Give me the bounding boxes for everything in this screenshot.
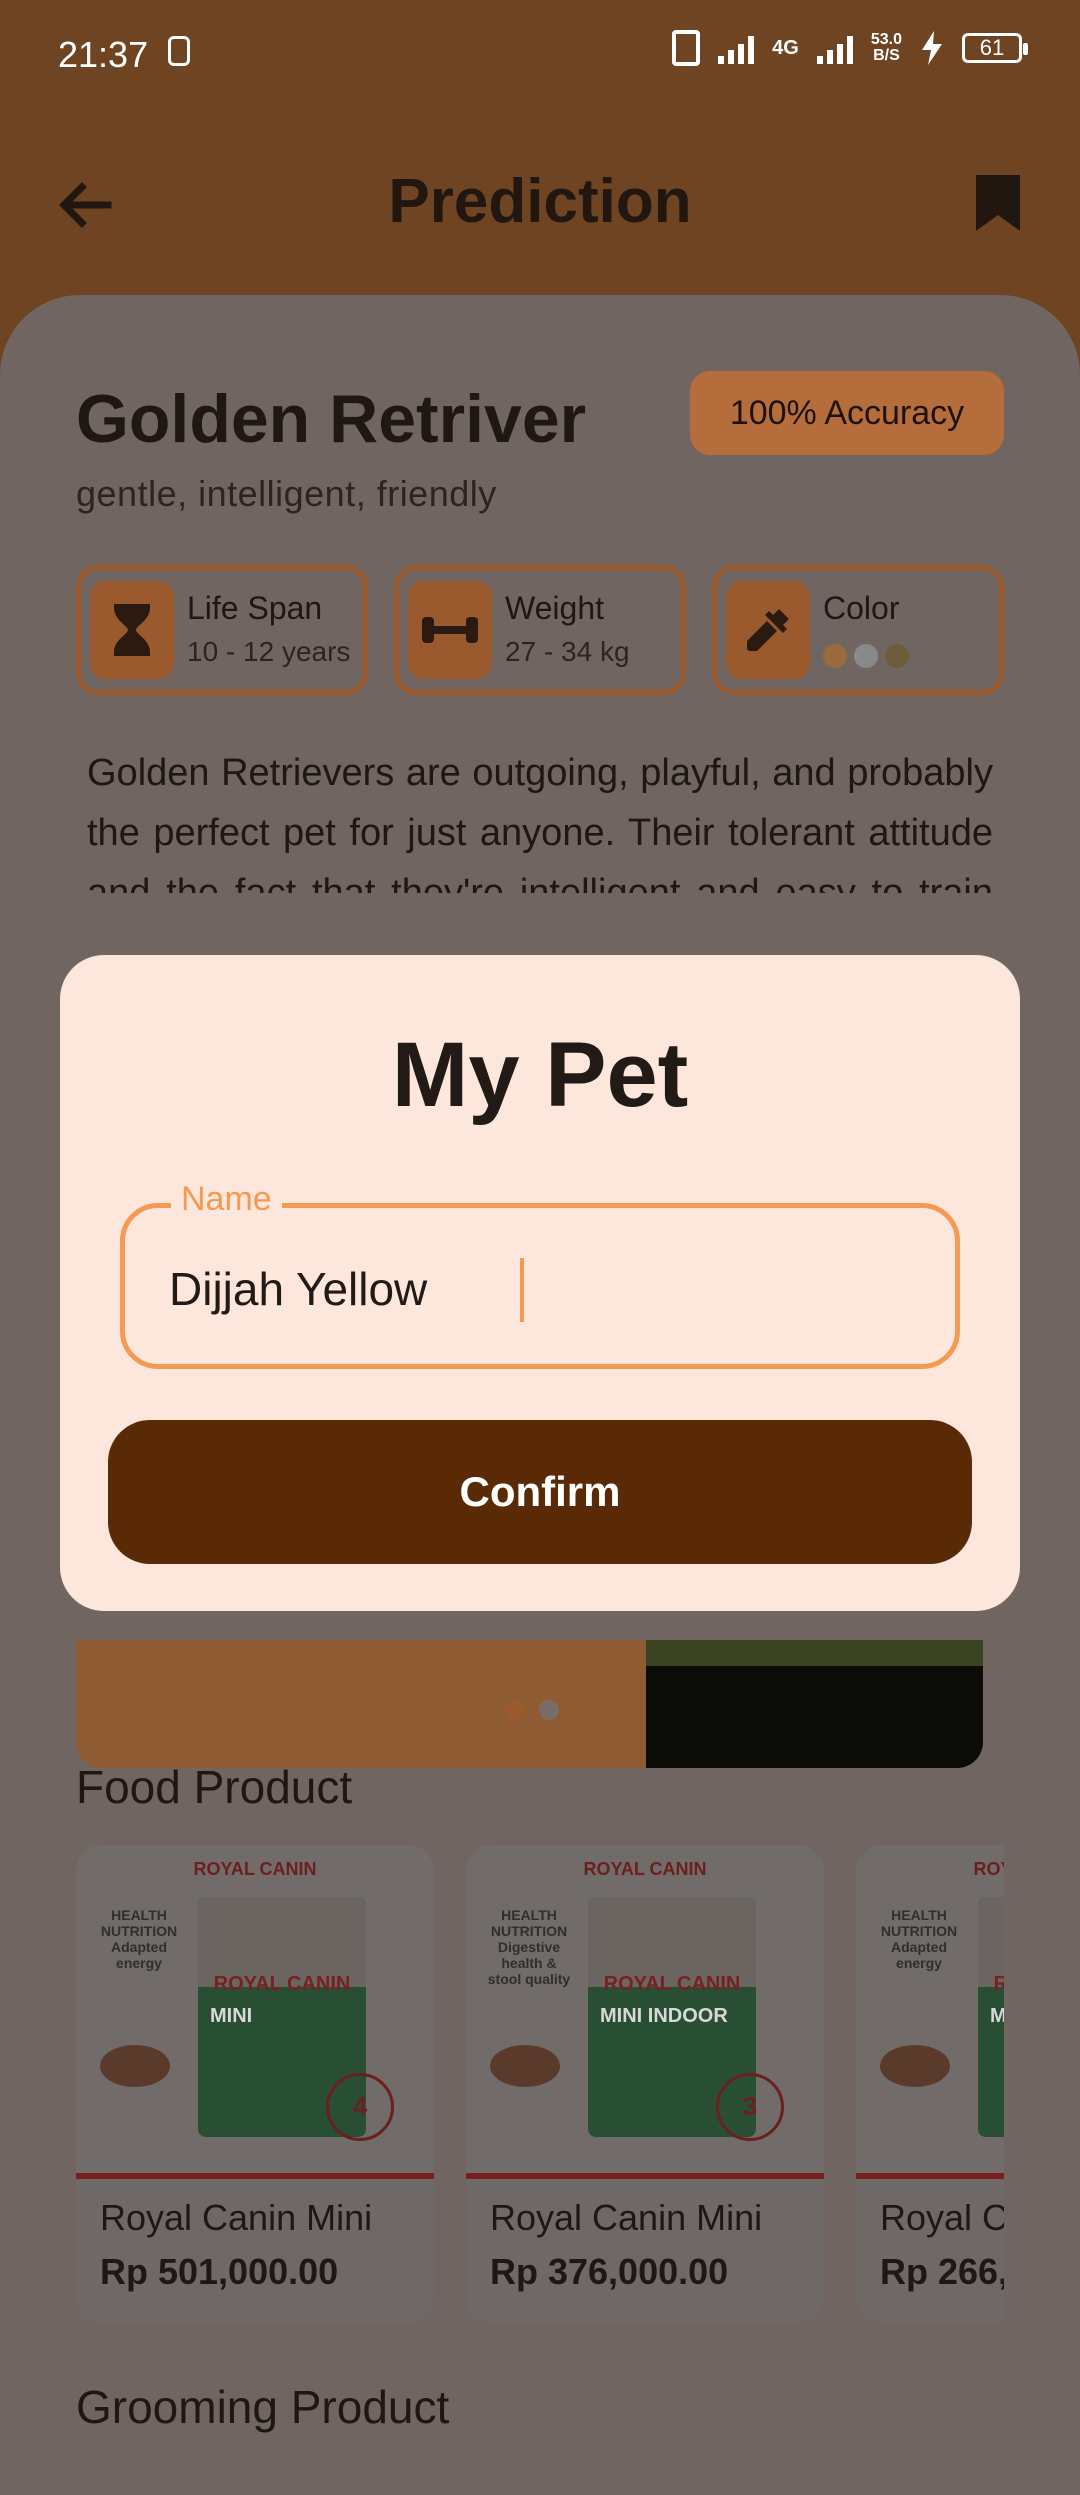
- product-stripe: [856, 2173, 1004, 2179]
- product-bag-label: ROYAL CANIN: [603, 1973, 741, 1995]
- product-brand: ROYAL CANIN: [973, 1859, 1004, 1879]
- pet-name-field[interactable]: Name: [120, 1180, 960, 1369]
- page-title: Prediction: [388, 167, 692, 236]
- color-swatch: [885, 644, 909, 668]
- accuracy-badge: 100% Accuracy: [690, 371, 1004, 455]
- name-field-label: Name: [171, 1180, 282, 1219]
- photo-grass: [646, 1640, 983, 1666]
- product-variant: MINI: [990, 2005, 1004, 2027]
- product-name: Royal Canin Mini: [100, 2197, 373, 2238]
- product-price: Rp 266,000.00: [880, 2251, 1004, 2292]
- hourglass-icon: [90, 581, 174, 679]
- kibble-image: [100, 2045, 170, 2087]
- app-bar: Prediction: [0, 150, 1080, 260]
- product-price: Rp 501,000.00: [100, 2251, 339, 2292]
- pet-name-input[interactable]: [169, 1262, 889, 1316]
- product-image: ROYAL CANIN HEALTH NUTRITION Adapted ene…: [76, 1845, 434, 2179]
- carousel-dot-active[interactable]: [505, 1700, 525, 1720]
- product-side-text: HEALTH NUTRITION Adapted energy: [100, 1907, 178, 1971]
- battery-icon: 61: [962, 33, 1028, 63]
- product-image: ROYAL CANIN HEALTH NUTRITION Adapted ene…: [856, 1845, 1004, 2179]
- product-stripe: [76, 2173, 434, 2179]
- stats-row: Life Span 10 - 12 years Weight 27 - 34 k…: [76, 565, 1004, 695]
- status-bar: 21:37 4G 53.0 B/S 61: [0, 0, 1080, 110]
- bookmark-icon[interactable]: [976, 175, 1020, 231]
- color-swatch: [823, 644, 847, 668]
- product-price: Rp 376,000.00: [490, 2251, 729, 2292]
- product-weight: 4: [326, 2073, 394, 2141]
- stat-title: Life Span: [187, 590, 323, 626]
- status-right: 4G 53.0 B/S 61: [672, 30, 1028, 66]
- speed-unit: B/S: [873, 47, 900, 64]
- carousel-dot[interactable]: [539, 1700, 559, 1720]
- product-stripe: [466, 2173, 824, 2179]
- product-name: Royal Canin Mini: [880, 2197, 1004, 2238]
- product-card[interactable]: ROYAL CANIN HEALTH NUTRITION Digestive h…: [466, 1845, 824, 2323]
- status-time: 21:37: [58, 34, 149, 75]
- stat-value: 10 - 12 years: [187, 636, 351, 667]
- stat-value: 27 - 34 kg: [505, 636, 630, 667]
- sim-icon: [168, 36, 190, 66]
- signal-icon-2: [816, 32, 853, 64]
- kibble-image: [880, 2045, 950, 2087]
- text-caret: [520, 1258, 524, 1322]
- network-type: 4G: [772, 37, 799, 59]
- food-section-title: Food Product: [76, 1761, 353, 1813]
- product-name: Royal Canin Mini: [490, 2197, 763, 2238]
- dialog-title: My Pet: [391, 1024, 689, 1126]
- product-variant: MINI: [210, 2005, 253, 2027]
- product-image: ROYAL CANIN HEALTH NUTRITION Digestive h…: [466, 1845, 824, 2179]
- product-weight: 3: [716, 2073, 784, 2141]
- color-swatch: [854, 644, 878, 668]
- my-pet-dialog: My Pet Name Confirm: [60, 955, 1020, 1611]
- eyedropper-icon: [726, 581, 810, 679]
- product-card[interactable]: ROYAL CANIN HEALTH NUTRITION Adapted ene…: [76, 1845, 434, 2323]
- product-variant: MINI INDOOR: [600, 2005, 728, 2027]
- stat-card-color: Color: [712, 565, 1004, 695]
- breed-description: Golden Retrievers are outgoing, playful,…: [87, 752, 993, 893]
- stat-title: Color: [823, 590, 900, 626]
- breed-name: Golden Retriver: [76, 381, 587, 457]
- product-brand: ROYAL CANIN: [193, 1859, 317, 1879]
- product-side-text: HEALTH NUTRITION Digestive health & stoo…: [487, 1907, 571, 1987]
- charging-icon: [922, 31, 942, 65]
- product-card[interactable]: ROYAL CANIN HEALTH NUTRITION Adapted ene…: [856, 1845, 1004, 2323]
- confirm-button[interactable]: Confirm: [108, 1420, 972, 1564]
- product-side-text: HEALTH NUTRITION Adapted energy: [880, 1907, 958, 1971]
- product-brand: ROYAL CANIN: [583, 1859, 707, 1879]
- product-bag-label: ROYAL CANIN: [213, 1973, 351, 1995]
- dumbbell-icon: [408, 581, 492, 679]
- signal-icon: [718, 32, 755, 64]
- food-product-list[interactable]: ROYAL CANIN HEALTH NUTRITION Adapted ene…: [76, 1845, 1004, 2325]
- speed-indicator: 53.0 B/S: [871, 32, 902, 64]
- stat-card-life-span: Life Span 10 - 12 years: [76, 565, 368, 695]
- speed-value: 53.0: [870, 31, 902, 48]
- carousel-indicator: [505, 1700, 559, 1720]
- product-bag-label: ROYAL CANIN: [993, 1973, 1004, 1995]
- color-swatches: [823, 644, 909, 668]
- stat-card-weight: Weight 27 - 34 kg: [394, 565, 686, 695]
- kibble-image: [490, 2045, 560, 2087]
- grooming-section-title: Grooming Product: [76, 2381, 450, 2433]
- vibrate-icon: [672, 30, 701, 66]
- stat-title: Weight: [505, 590, 605, 626]
- breed-traits: gentle, intelligent, friendly: [76, 473, 497, 514]
